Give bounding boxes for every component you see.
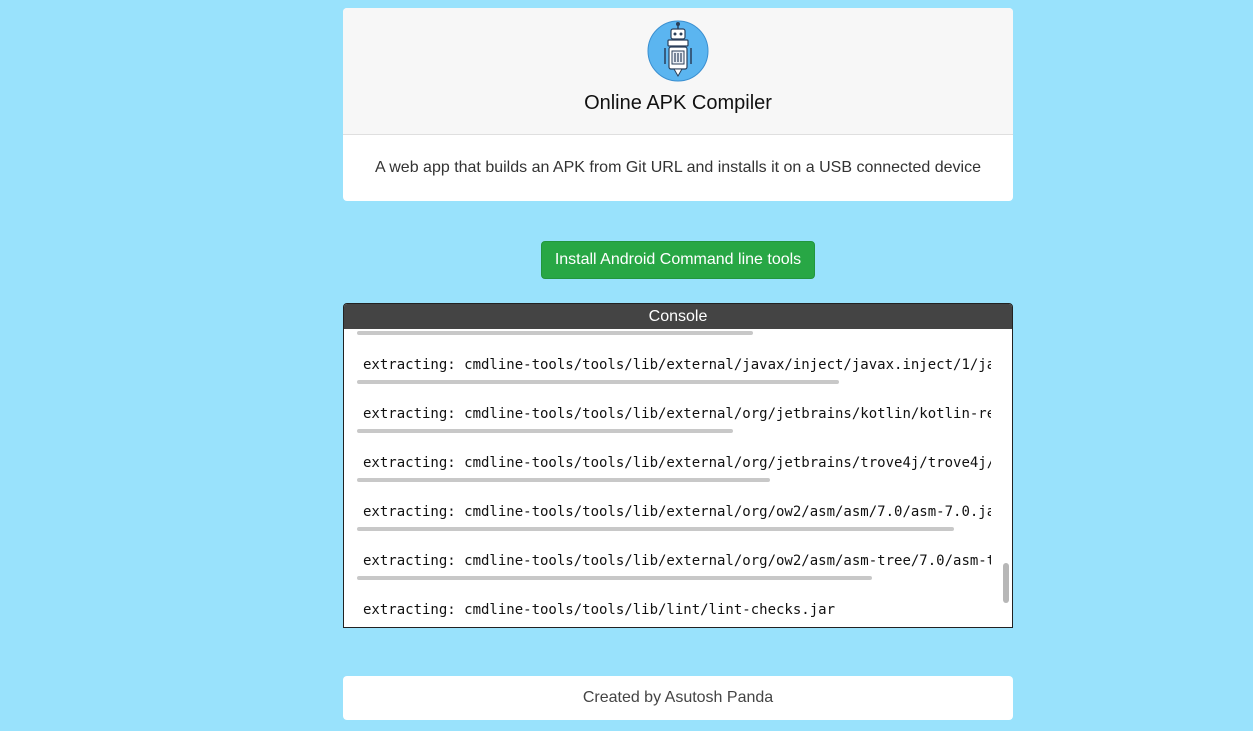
line-scrollbar[interactable]: [357, 380, 839, 384]
footer-credit: Created by Asutosh Panda: [343, 676, 1013, 720]
install-tools-button[interactable]: Install Android Command line tools: [541, 241, 815, 279]
card-header: Online APK Compiler: [343, 8, 1013, 135]
header-card: Online APK Compiler A web app that build…: [343, 8, 1013, 201]
console-title: Console: [344, 304, 1012, 329]
console-line-text: extracting: cmdline-tools/tools/lib/exte…: [363, 504, 991, 520]
console-panel: Console extracting: cmdline-tools/tools/…: [343, 303, 1013, 628]
page-title: Online APK Compiler: [584, 92, 772, 114]
line-scrollbar[interactable]: [357, 331, 753, 335]
console-line-text: extracting: cmdline-tools/tools/lib/exte…: [363, 357, 991, 373]
line-scrollbar[interactable]: [357, 478, 770, 482]
console-line-text: extracting: cmdline-tools/tools/lib/exte…: [363, 406, 991, 422]
line-scrollbar[interactable]: [357, 576, 872, 580]
console-line-text: extracting: cmdline-tools/tools/lib/exte…: [363, 553, 991, 569]
console-vertical-scrollbar[interactable]: [1003, 563, 1009, 603]
robot-logo-icon: [647, 20, 709, 82]
console-output[interactable]: extracting: cmdline-tools/tools/lib/exte…: [344, 329, 1012, 627]
line-scrollbar[interactable]: [357, 527, 954, 531]
console-line-text: extracting: cmdline-tools/tools/lib/exte…: [363, 455, 991, 471]
app-description: A web app that builds an APK from Git UR…: [375, 158, 981, 176]
console-line-text: extracting: cmdline-tools/tools/lib/lint…: [363, 602, 836, 618]
line-scrollbar[interactable]: [357, 429, 733, 433]
